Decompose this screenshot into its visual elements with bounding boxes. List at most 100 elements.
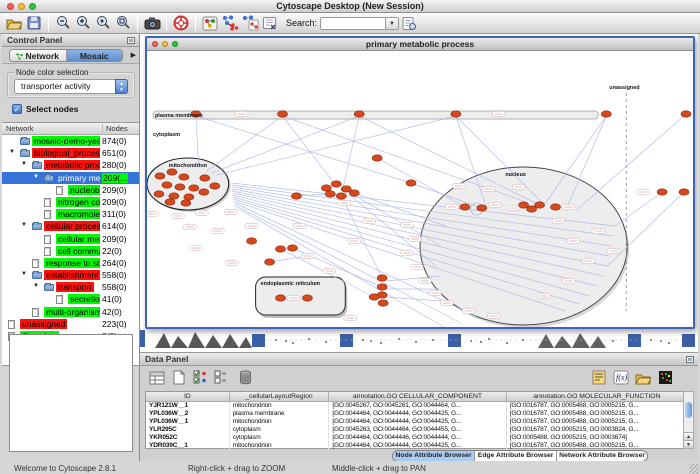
search-dropdown-arrow[interactable]: ▼ [386, 17, 399, 30]
dropdown-value: transporter activity [21, 81, 90, 91]
tree-column-network[interactable]: Network [6, 124, 34, 133]
attribute-table-header: ID_cellularLayoutRegionannotation.GO CEL… [146, 392, 688, 402]
maximize-icon[interactable] [172, 41, 178, 47]
tree-row[interactable]: cell communicat22(0) [2, 245, 139, 257]
tree-row[interactable]: nitrogen compo209(0) [2, 196, 139, 208]
expander-icon[interactable]: ▼ [21, 161, 27, 167]
network-canvas[interactable]: plasma membranecytoplasmmitochondrionnuc… [147, 51, 693, 327]
table-cell: [GO:0016787, GO:0005488, GO:0005215, G..… [507, 410, 688, 418]
table-cell: [GO:0045263, GO:0044464, GO:0044455, G..… [329, 426, 506, 434]
table-row[interactable]: YJR121W__1mitochondrion[GO:0045267, GO:0… [146, 402, 688, 410]
attribute-checklist-icon[interactable] [192, 369, 210, 386]
tree-row-label: cellular process [44, 221, 100, 231]
table-column-header[interactable]: annotation.GO MOLECULAR_FUNCTION [507, 392, 688, 401]
network-overview-panel[interactable] [9, 334, 133, 452]
export-network-icon[interactable] [241, 15, 259, 32]
tree-row[interactable]: ▼establishment of lo558(0) [2, 269, 139, 281]
zoom-in-icon[interactable] [74, 15, 92, 32]
table-row[interactable]: YPL036W__2plasma membrane[GO:0044464, GO… [146, 410, 688, 418]
attribute-matrix-icon[interactable] [212, 369, 230, 386]
table-column-header[interactable]: _cellularLayoutRegion [230, 392, 330, 401]
function-builder-icon[interactable]: f(x) [612, 369, 630, 386]
select-attributes-icon[interactable] [148, 369, 166, 386]
delete-attribute-icon[interactable] [236, 369, 254, 386]
expander-icon[interactable]: ▼ [9, 149, 15, 155]
zoom-out-icon[interactable] [54, 15, 72, 32]
table-row[interactable]: YLR295Ccytoplasm[GO:0045263, GO:0044464,… [146, 426, 688, 434]
resize-grip[interactable] [689, 464, 699, 474]
tree-row-count: 223(0) [102, 319, 127, 329]
tree-row[interactable]: mosaic-demo-yeast874(0) [2, 135, 139, 147]
tree-row[interactable]: cellular metabol209(0) [2, 233, 139, 245]
expander-icon[interactable]: ▼ [33, 283, 39, 289]
zoom-selected-icon[interactable] [94, 15, 112, 32]
zoom-button[interactable] [29, 3, 36, 10]
control-panel-title: Control Panel [7, 35, 62, 45]
expander-icon[interactable]: ▼ [33, 174, 39, 180]
tree-row[interactable]: nucleobase-209(0) [2, 184, 139, 196]
expander-icon[interactable]: ▼ [21, 271, 27, 277]
select-nodes-checkbox[interactable]: ✓ [12, 104, 22, 114]
tab-overflow-arrow[interactable]: ▶ [131, 51, 136, 59]
tab-network[interactable]: Network [10, 50, 67, 61]
attribute-browser-tab[interactable]: Network Attribute Browser [557, 451, 647, 461]
tree-row[interactable]: response to stimulu264(0) [2, 257, 139, 269]
scroll-down-arrow[interactable]: ▼ [684, 440, 693, 448]
control-panel: Control Panel Network Mosaic ▶ Node colo… [2, 34, 140, 461]
table-scrollbar[interactable]: ▲ ▼ [683, 391, 694, 449]
expander-icon[interactable]: ▼ [21, 222, 27, 228]
import-attributes-icon[interactable] [634, 369, 652, 386]
close-icon[interactable] [152, 41, 158, 47]
region-label: plasma membrane [155, 113, 203, 119]
float-panel-icon[interactable] [127, 37, 135, 44]
scrollbar-thumb[interactable] [685, 402, 692, 418]
scroll-up-arrow[interactable]: ▲ [684, 432, 693, 440]
tab-mosaic[interactable]: Mosaic [67, 50, 123, 61]
tree-row[interactable]: ▼cellular process614(0) [2, 220, 139, 232]
tree-row[interactable]: ▼metabolic process280(0) [2, 159, 139, 171]
minimize-icon[interactable] [162, 41, 168, 47]
network-window-titlebar[interactable]: primary metabolic process [147, 38, 693, 51]
heatmap-icon[interactable] [656, 369, 674, 386]
zoom-fit-icon[interactable] [114, 15, 132, 32]
attribute-search-icon[interactable] [400, 15, 418, 32]
table-row[interactable]: YPL036W__1mitochondrion[GO:0044464, GO:0… [146, 418, 688, 426]
filters-icon[interactable] [261, 15, 279, 32]
node-color-dropdown[interactable]: transporter activity ▲▼ [14, 79, 128, 94]
control-panel-tabs: Network Mosaic ▶ [2, 47, 139, 64]
table-column-header[interactable]: ID [146, 392, 230, 401]
vizmapper-icon[interactable] [201, 15, 219, 32]
tree-row[interactable]: ▼transport558(0) [2, 281, 139, 293]
table-cell: [GO:0044464, GO:0044444, GO:0044425, G..… [329, 442, 506, 450]
tree-row-count: 209(0) [102, 197, 127, 207]
table-row[interactable]: YKR052Ccytoplasm[GO:0044464, GO:0044446,… [146, 434, 688, 442]
attribute-table[interactable]: ID_cellularLayoutRegionannotation.GO CEL… [145, 391, 689, 449]
network-graph[interactable]: plasma membranecytoplasmmitochondrionnuc… [147, 51, 693, 327]
float-panel-icon[interactable] [686, 356, 694, 363]
close-button[interactable] [7, 3, 14, 10]
search-input[interactable] [320, 17, 386, 30]
snapshot-icon[interactable] [143, 15, 161, 32]
file-icon [32, 308, 39, 317]
table-row[interactable]: YDR039C__1mitochondrion[GO:0044464, GO:0… [146, 442, 688, 450]
tree-row[interactable]: secretion41(0) [2, 293, 139, 305]
tree-row[interactable]: unassigned223(0) [2, 318, 139, 330]
attribute-browser-tab[interactable]: Edge Attribute Browser [475, 451, 557, 461]
tree-row[interactable]: ▼biological_process651(0) [2, 147, 139, 159]
table-column-header[interactable]: annotation.GO CELLULAR_COMPONENT [329, 392, 506, 401]
table-cell: YPL036W__2 [146, 410, 230, 418]
label-icon[interactable] [590, 369, 608, 386]
create-attribute-icon[interactable] [170, 369, 188, 386]
file-icon [44, 198, 51, 207]
minimize-button[interactable] [18, 3, 25, 10]
tree-column-nodes[interactable]: Nodes [102, 124, 128, 135]
data-panel-toolbar: f(x) [140, 366, 698, 391]
import-network-icon[interactable] [221, 15, 239, 32]
attribute-browser-tab[interactable]: Node Attribute Browser [393, 451, 475, 461]
save-icon[interactable] [25, 15, 43, 32]
tree-row[interactable]: macromolecule311(0) [2, 208, 139, 220]
open-icon[interactable] [5, 15, 23, 32]
tree-row[interactable]: ▼primary metabol209(... [2, 172, 139, 184]
tree-row[interactable]: multi-organism pro42(0) [2, 306, 139, 318]
help-icon[interactable] [172, 15, 190, 32]
